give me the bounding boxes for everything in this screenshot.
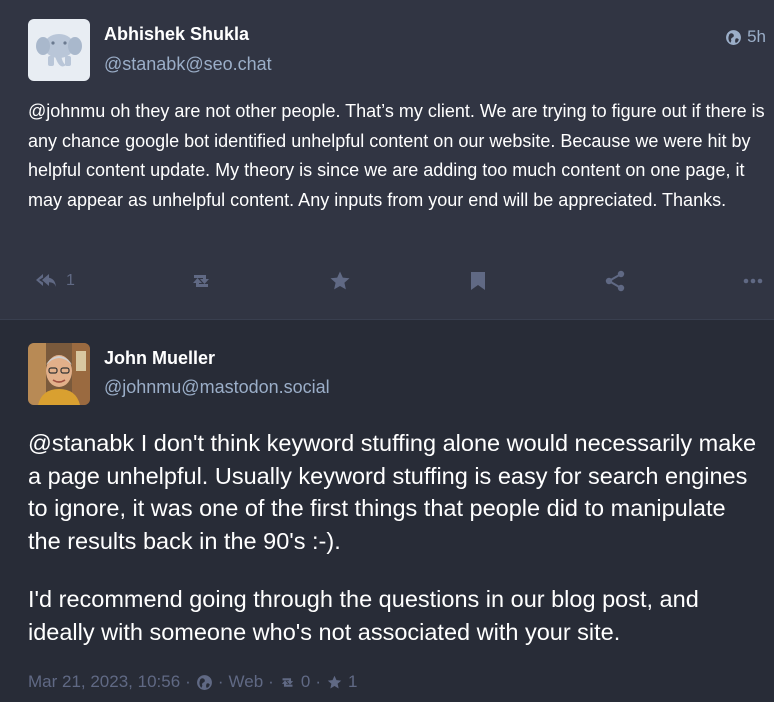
favourite-count[interactable]: 1 bbox=[348, 672, 357, 692]
status-text: I don't think keyword stuffing alone wou… bbox=[28, 430, 757, 554]
bookmark-icon bbox=[471, 272, 485, 290]
globe-icon bbox=[726, 29, 742, 45]
share-button[interactable] bbox=[603, 269, 627, 293]
mastodon-default-avatar-icon bbox=[28, 19, 90, 81]
action-bar: 1 bbox=[0, 266, 774, 298]
star-icon bbox=[327, 675, 342, 688]
application-name[interactable]: Web bbox=[229, 672, 264, 692]
boost-button[interactable] bbox=[189, 269, 213, 293]
reply-all-icon bbox=[36, 274, 56, 287]
mention-link[interactable]: @johnmu bbox=[28, 101, 105, 121]
retweet-icon bbox=[193, 275, 209, 287]
reply-count: 1 bbox=[66, 272, 75, 289]
separator: · bbox=[315, 672, 321, 691]
status-paragraph: I'd recommend going through the question… bbox=[28, 586, 699, 645]
retweet-icon bbox=[281, 677, 294, 687]
relative-time[interactable]: 5h bbox=[725, 27, 766, 47]
share-icon bbox=[605, 270, 625, 292]
bookmark-button[interactable] bbox=[466, 269, 490, 293]
status-detail-meta: Mar 21, 2023, 10:56 · · Web · 0 · 1 bbox=[28, 672, 357, 692]
separator: · bbox=[185, 672, 191, 691]
account-handle[interactable]: @johnmu@mastodon.social bbox=[104, 377, 330, 398]
separator: · bbox=[217, 672, 224, 691]
status-content: @johnmu oh they are not other people. Th… bbox=[28, 97, 768, 216]
reply-status[interactable]: Abhishek Shukla @stanabk@seo.chat 5h @jo… bbox=[0, 0, 774, 320]
user-photo-avatar-icon bbox=[28, 343, 90, 405]
globe-icon bbox=[196, 674, 212, 690]
star-icon bbox=[330, 271, 350, 290]
status-content: @stanabk I don't think keyword stuffing … bbox=[28, 427, 763, 674]
boost-count[interactable]: 0 bbox=[301, 672, 310, 692]
status-paragraph: @stanabk I don't think keyword stuffing … bbox=[28, 427, 763, 557]
account-handle[interactable]: @stanabk@seo.chat bbox=[104, 54, 272, 75]
avatar[interactable] bbox=[28, 343, 90, 405]
display-name[interactable]: John Mueller bbox=[104, 348, 215, 369]
favourite-button[interactable] bbox=[328, 269, 352, 293]
avatar[interactable] bbox=[28, 19, 90, 81]
status-text: oh they are not other people. That’s my … bbox=[28, 101, 765, 211]
status-date[interactable]: Mar 21, 2023, 10:56 bbox=[28, 672, 180, 692]
more-button[interactable] bbox=[741, 269, 765, 293]
display-name[interactable]: Abhishek Shukla bbox=[104, 24, 249, 45]
ellipsis-icon bbox=[743, 278, 763, 284]
time-label: 5h bbox=[747, 27, 766, 46]
reply-button[interactable]: 1 bbox=[34, 269, 75, 293]
separator: · bbox=[268, 672, 274, 691]
mention-link[interactable]: @stanabk bbox=[28, 430, 134, 456]
focal-status: John Mueller @johnmu@mastodon.social @st… bbox=[0, 320, 774, 702]
